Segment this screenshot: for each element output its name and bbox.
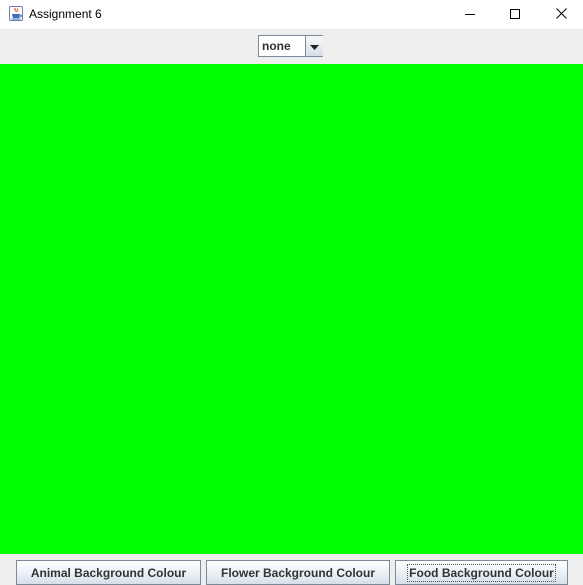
top-toolbar: none: [0, 29, 583, 64]
maximize-button[interactable]: [492, 0, 538, 29]
maximize-icon: [510, 6, 520, 24]
food-background-button[interactable]: Food Background Colour: [395, 560, 568, 585]
app-window: Assignment 6 none Animal Background Colo…: [0, 0, 583, 585]
close-button[interactable]: [538, 0, 583, 29]
title-bar[interactable]: Assignment 6: [0, 0, 583, 29]
animal-background-button[interactable]: Animal Background Colour: [16, 560, 201, 585]
food-button-label: Food Background Colour: [407, 563, 556, 582]
close-icon: [555, 6, 567, 24]
combo-selected-value: none: [262, 39, 291, 53]
category-combo-box[interactable]: none: [258, 35, 323, 57]
window-title: Assignment 6: [29, 7, 102, 21]
minimize-button[interactable]: [447, 0, 493, 29]
bottom-button-bar: Animal Background Colour Flower Backgrou…: [0, 554, 583, 585]
chevron-down-icon: [310, 37, 319, 55]
java-cup-icon: [9, 6, 23, 21]
combo-dropdown-button[interactable]: [305, 36, 323, 56]
minimize-icon: [465, 6, 475, 24]
flower-background-button[interactable]: Flower Background Colour: [206, 560, 390, 585]
color-display-panel: [0, 64, 583, 554]
